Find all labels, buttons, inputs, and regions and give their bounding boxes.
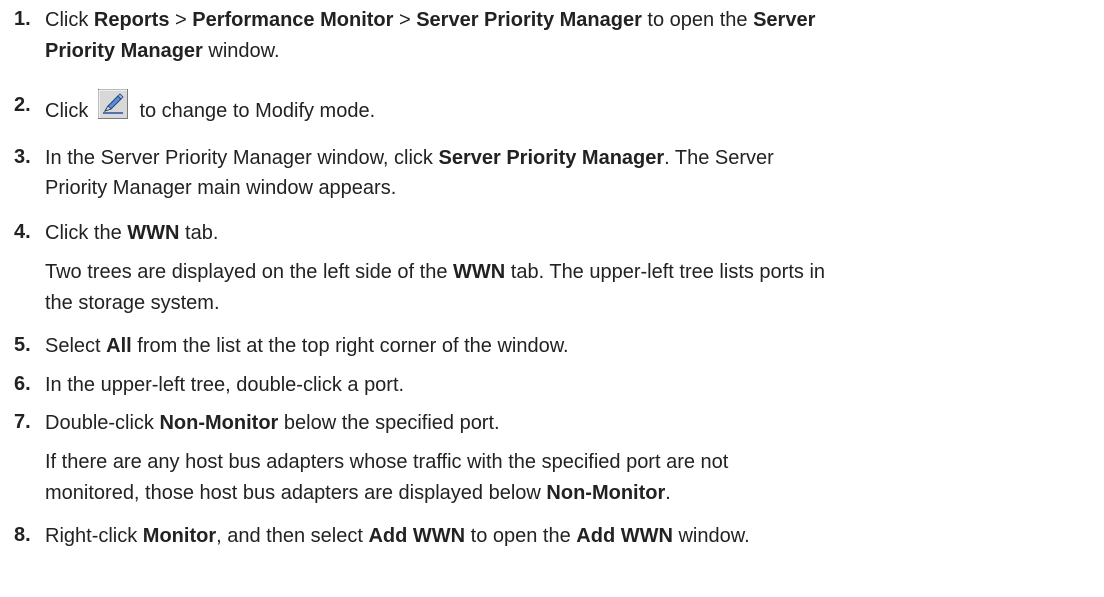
step-text: In the Server Priority Manager window, c… [45,147,774,169]
step-text: Select All from the list at the top righ… [45,335,569,357]
step-number: 6. [14,373,31,395]
step-note: Two trees are displayed on the left side… [45,261,826,283]
step-number: 8. [14,524,31,546]
step-text: Click to change to Modify mode. [45,89,375,124]
step-number: 7. [14,411,31,433]
step-text: Click Reports > Performance Monitor > Se… [45,9,816,31]
step-text-cont: Priority Manager main window appears. [45,177,397,199]
procedure-document: 1. Click Reports > Performance Monitor >… [0,0,1104,597]
modify-mode-pen-icon [97,89,128,119]
step-number: 4. [14,221,31,243]
menu-reports: Reports [93,9,170,31]
step-number: 2. [14,94,31,116]
step-number: 3. [14,146,31,168]
step-number: 5. [14,334,31,356]
step-text: Double-click Non-Monitor below the speci… [45,412,500,434]
step-number: 1. [14,8,31,30]
step-text: Right-click Monitor, and then select Add… [45,525,750,547]
step-text: In the upper-left tree, double-click a p… [45,374,405,396]
step-note-cont: monitored, those host bus adapters are d… [45,482,671,504]
menu-performance-monitor: Performance Monitor [192,9,394,31]
step-note-cont: the storage system. [45,292,220,314]
step-text: Click the WWN tab. [45,222,219,244]
wwn-tab-label: WWN [127,222,180,244]
menu-server-priority-manager: Server Priority Manager [416,9,642,31]
step-note: If there are any host bus adapters whose… [45,451,729,473]
step-text-cont: Priority Manager window. [45,40,280,62]
